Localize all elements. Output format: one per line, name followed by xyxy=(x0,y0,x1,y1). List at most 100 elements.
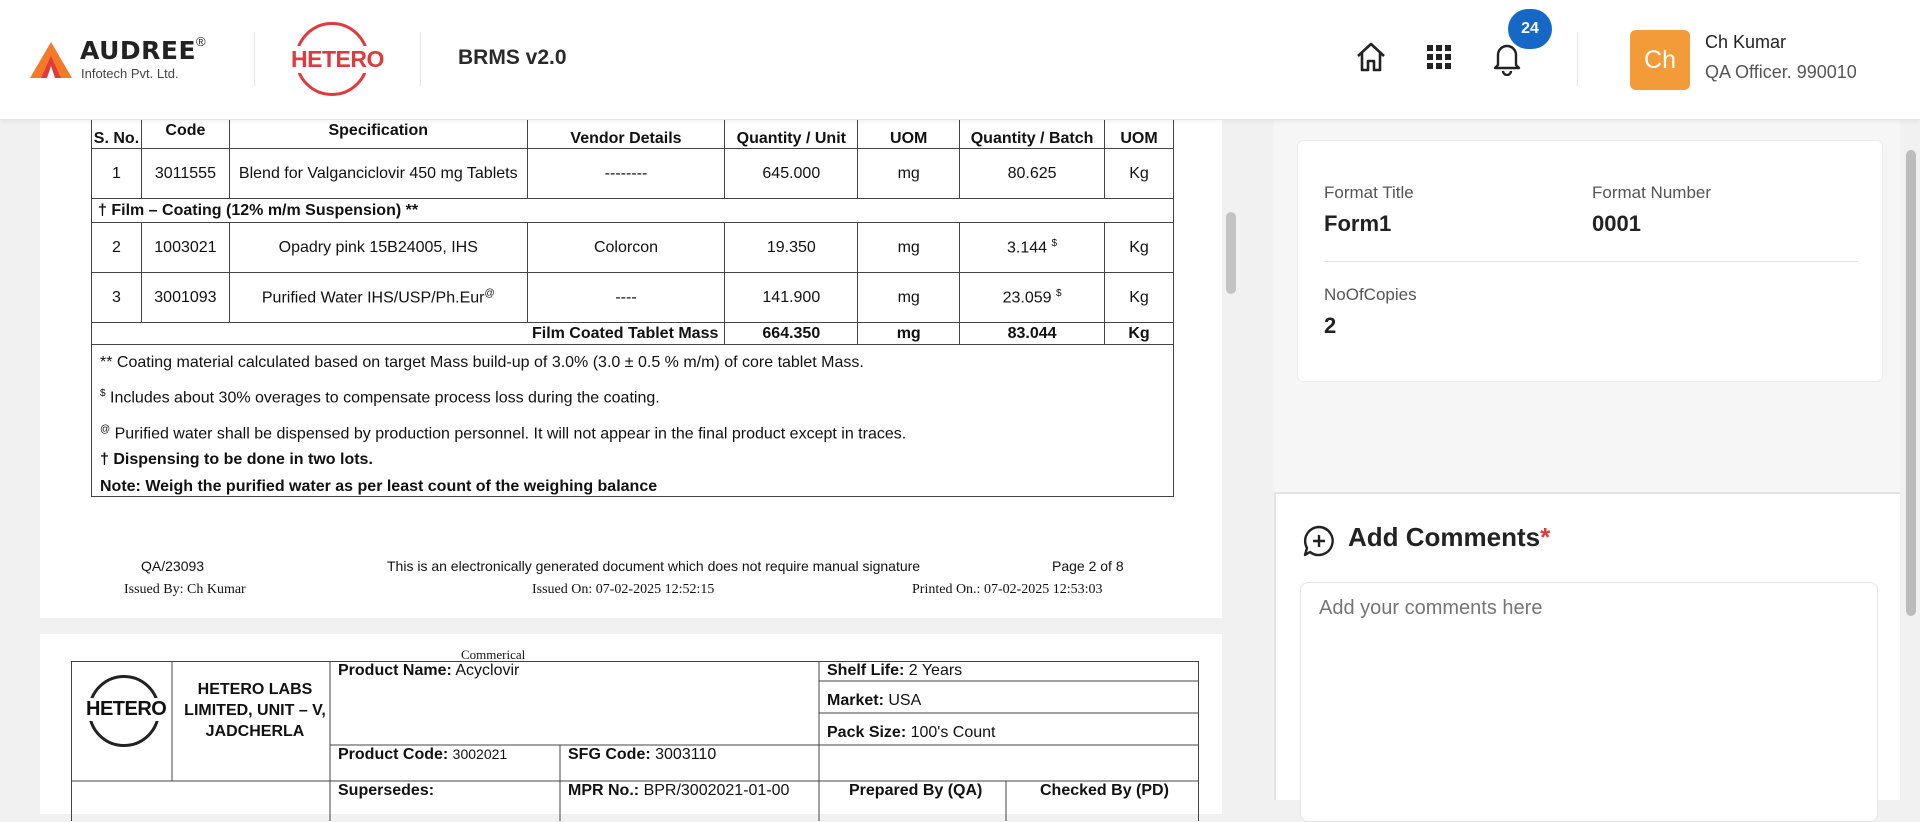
cell-uom: Kg xyxy=(1104,148,1174,199)
doc-disclaimer: This is an electronically generated docu… xyxy=(387,558,921,574)
cell-vendor: Colorcon xyxy=(526,222,726,273)
avatar[interactable]: Ch xyxy=(1630,30,1690,90)
cell-code: 1003021 xyxy=(140,222,230,273)
cell-code: 3011555 xyxy=(140,148,230,199)
note-line: Note: Weigh the purified water as per le… xyxy=(100,478,658,495)
apps-grid-icon[interactable] xyxy=(1420,38,1458,76)
sfg-code-label: SFG Code: xyxy=(568,746,651,763)
company-block: HETERO LABS LIMITED, UNIT – V, JADCHERLA xyxy=(184,681,326,740)
format-title-value: Form1 xyxy=(1324,211,1392,236)
supersedes-label: Supersedes: xyxy=(338,782,435,799)
audree-logo-icon xyxy=(30,42,72,78)
cell-qty-batch: 23.059 $ xyxy=(959,272,1105,323)
mpr-value: BPR/3002021-01-00 xyxy=(643,782,790,799)
hetero-logo-text: HETERO xyxy=(290,46,385,73)
note-line: @ Purified water shall be dispensed by p… xyxy=(100,424,906,443)
cell-spec: Opadry pink 15B24005, IHS xyxy=(228,222,528,273)
note-line: $ Includes about 30% overages to compens… xyxy=(100,388,660,407)
qty-batch-value: 3.144 xyxy=(1007,239,1048,257)
hetero-logo[interactable]: HETERO xyxy=(287,20,385,98)
shelf-life-label: Shelf Life: xyxy=(827,662,905,679)
issued-by: Issued By: Ch Kumar xyxy=(124,582,246,597)
cell-qty-unit: 141.900 xyxy=(724,272,859,323)
cell-vendor: ---- xyxy=(526,272,726,323)
total-uom: Kg xyxy=(1104,322,1174,345)
shelf-life-value: 2 Years xyxy=(908,662,963,679)
product-code-value: 3002021 xyxy=(452,746,508,762)
comments-title-text: Add Comments xyxy=(1348,522,1541,552)
company-name: AUDREE xyxy=(80,36,197,65)
superscript-mark: @ xyxy=(100,424,111,435)
cell-spec: Blend for Valganciclovir 450 mg Tablets xyxy=(228,148,528,199)
document-scrollbar[interactable] xyxy=(1226,212,1236,294)
spec-value: Purified Water IHS/USP/Ph.Eur xyxy=(261,289,485,307)
checked-by: Checked By (PD) xyxy=(1040,782,1169,799)
comments-input[interactable] xyxy=(1300,582,1878,822)
header-divider xyxy=(420,32,421,86)
user-name: Ch Kumar xyxy=(1705,32,1787,52)
sfg-code-value: 3003110 xyxy=(655,746,717,763)
copies-value: 2 xyxy=(1324,313,1337,338)
cell-code: 3001093 xyxy=(140,272,230,323)
product-name: Product Name: Acyclovir xyxy=(338,662,519,680)
doc-number: QA/23093 xyxy=(141,558,205,574)
company-subtitle: Infotech Pvt. Ltd. xyxy=(81,66,179,81)
cell-sno: 3 xyxy=(91,272,142,323)
comments-title: Add Comments* xyxy=(1348,522,1550,553)
cell-qty-batch: 3.144 $ xyxy=(959,222,1105,273)
pack-size-value: 100's Count xyxy=(910,724,996,741)
cell-qty-batch: 80.625 xyxy=(959,148,1105,199)
total-row: Film Coated Tablet Mass 664.350 mg 83.04… xyxy=(90,322,1174,345)
market-label: Market: xyxy=(827,692,884,709)
app-header: AUDREE ® Infotech Pvt. Ltd. HETERO BRMS … xyxy=(0,0,1920,120)
sfg-code: SFG Code: 3003110 xyxy=(568,746,716,764)
cell-uom: mg xyxy=(857,272,961,323)
total-qty-batch: 83.044 xyxy=(959,322,1105,345)
page-scrollbar[interactable] xyxy=(1906,150,1916,616)
hetero-doc-logo: HETERO xyxy=(86,698,167,721)
market: Market: USA xyxy=(827,692,921,710)
pack-size: Pack Size: 100's Count xyxy=(827,724,996,742)
note-text: Includes about 30% overages to compensat… xyxy=(110,389,660,407)
cell-sno: 2 xyxy=(91,222,142,273)
comments-panel: Add Comments* xyxy=(1274,492,1900,822)
superscript-mark: $ xyxy=(1055,287,1062,299)
cell-qty-unit: 645.000 xyxy=(724,148,859,199)
total-uom: mg xyxy=(857,322,961,345)
format-number-value: 0001 xyxy=(1592,211,1641,236)
section-title: † Film – Coating (12% m/m Suspension) ** xyxy=(91,198,1174,223)
product-code-label: Product Code: xyxy=(338,746,449,763)
audree-logo[interactable]: AUDREE ® Infotech Pvt. Ltd. xyxy=(30,34,220,84)
product-name-value: Acyclovir xyxy=(455,662,520,679)
app-title: BRMS v2.0 xyxy=(458,46,567,69)
market-value: USA xyxy=(888,692,922,709)
pack-size-label: Pack Size: xyxy=(827,724,907,741)
cell-spec: Purified Water IHS/USP/Ph.Eur@ xyxy=(228,272,528,323)
required-mark: * xyxy=(1540,522,1551,552)
cell-uom: mg xyxy=(857,222,961,273)
table-row: 3 3001093 Purified Water IHS/USP/Ph.Eur@… xyxy=(91,272,1174,323)
document-page: Commerical HETERO HETERO LABS LIMITED, U… xyxy=(40,634,1222,821)
header-divider xyxy=(1577,32,1578,86)
format-number-label: Format Number xyxy=(1592,183,1712,202)
copies-label: NoOfCopies xyxy=(1324,285,1417,304)
section-row: † Film – Coating (12% m/m Suspension) ** xyxy=(91,198,1174,223)
registered-mark: ® xyxy=(196,34,206,49)
header-divider xyxy=(254,32,255,86)
page-number: Page 2 of 8 xyxy=(1052,558,1124,574)
home-icon[interactable] xyxy=(1352,38,1390,76)
superscript-mark: $ xyxy=(100,388,106,399)
qty-batch-value: 23.059 xyxy=(1002,289,1052,307)
notes-box: ** Coating material calculated based on … xyxy=(91,344,1174,497)
card-divider xyxy=(1324,261,1858,262)
total-qty-unit: 664.350 xyxy=(724,322,859,345)
cell-qty-unit: 19.350 xyxy=(724,222,859,273)
note-text: Purified water shall be dispensed by pro… xyxy=(114,425,907,443)
mpr-number: MPR No.: BPR/3002021-01-00 xyxy=(568,782,789,800)
notification-badge[interactable]: 24 xyxy=(1508,9,1552,49)
document-page: S. No. Code Specification Vendor Details… xyxy=(40,110,1222,618)
cell-uom: Kg xyxy=(1104,272,1174,323)
cell-sno: 1 xyxy=(91,148,142,199)
table-row: 2 1003021 Opadry pink 15B24005, IHS Colo… xyxy=(91,222,1174,273)
user-role: QA Officer. 990010 xyxy=(1705,62,1857,82)
